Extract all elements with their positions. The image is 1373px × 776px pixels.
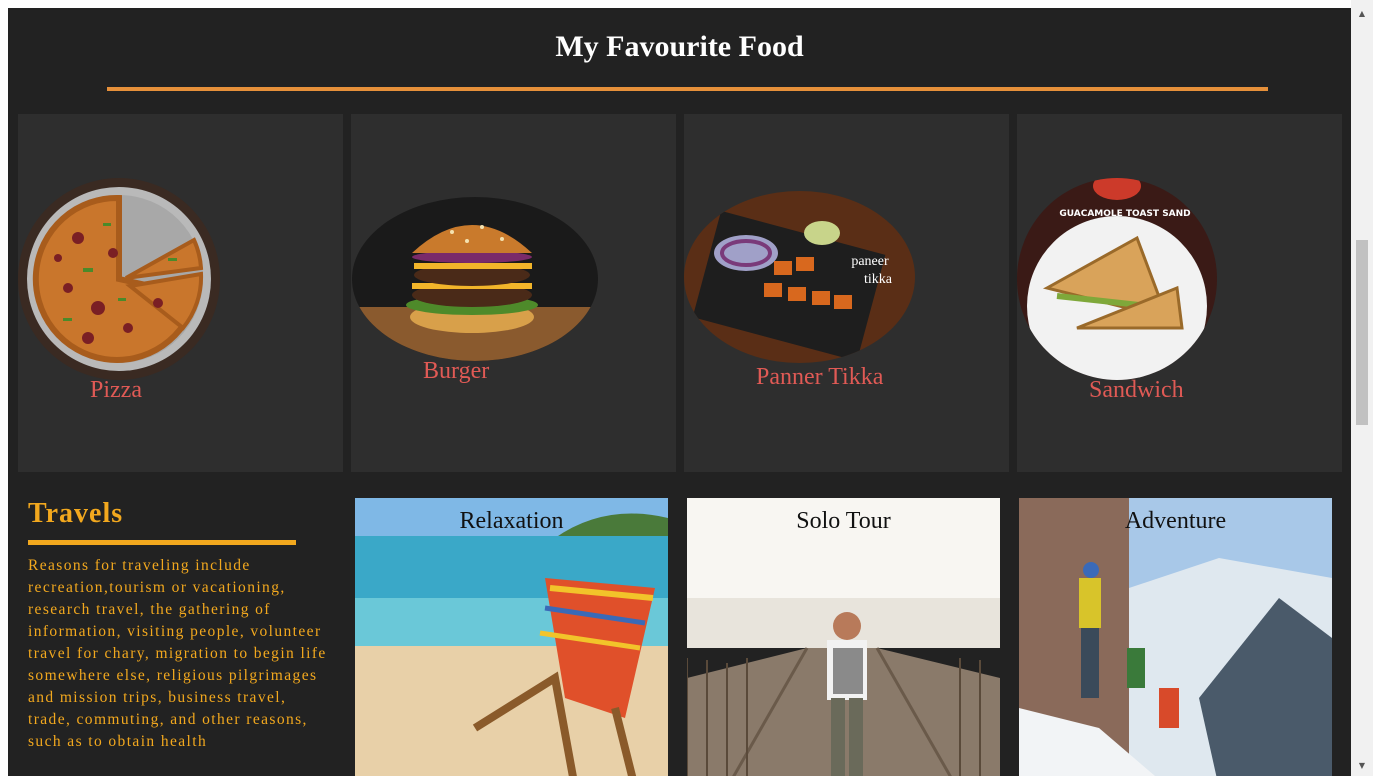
- panner-overlay-text-2: tikka: [864, 272, 893, 287]
- adventure-image: [1019, 498, 1332, 776]
- food-card-sandwich: GUACAMOLE TOAST SAND Sandwich: [1017, 114, 1342, 472]
- travel-section: Travels Reasons for traveling include re…: [8, 498, 1351, 776]
- arrow-up-icon[interactable]: ▲: [1351, 6, 1373, 22]
- food-label-sandwich: Sandwich: [1089, 377, 1184, 403]
- relaxation-image: [355, 498, 668, 776]
- scrollbar-thumb[interactable]: [1356, 240, 1368, 425]
- food-label-pizza: Pizza: [90, 377, 142, 403]
- pizza-image: [18, 178, 220, 380]
- food-grid: Pizza Burger paneer tikka Panner Tikka G…: [18, 114, 1342, 472]
- panner-overlay-text-1: paneer: [851, 254, 889, 269]
- panner-tikka-image: paneer tikka: [684, 191, 915, 363]
- sandwich-overlay-text: GUACAMOLE TOAST SAND: [1059, 209, 1190, 219]
- travel-label-adventure: Adventure: [1124, 508, 1227, 534]
- title-underline: [107, 87, 1268, 91]
- travel-card-solo-tour[interactable]: Solo Tour: [687, 498, 1000, 776]
- food-header: My Favourite Food: [8, 8, 1351, 114]
- travel-label-solo-tour: Solo Tour: [796, 508, 891, 534]
- travels-underline: [28, 540, 296, 545]
- page: My Favourite Food Pizza Burger paneer ti…: [8, 8, 1351, 776]
- travels-intro: Travels Reasons for traveling include re…: [28, 498, 328, 753]
- page-title: My Favourite Food: [555, 30, 804, 63]
- sandwich-image: GUACAMOLE TOAST SAND: [1017, 178, 1217, 380]
- travel-card-adventure[interactable]: Adventure: [1019, 498, 1332, 776]
- vertical-scrollbar[interactable]: ▲ ▼: [1351, 0, 1373, 776]
- food-card-panner-tikka: paneer tikka Panner Tikka: [684, 114, 1009, 472]
- travel-card-relaxation[interactable]: Relaxation: [355, 498, 668, 776]
- burger-image: [352, 197, 598, 361]
- window-edge: [0, 0, 8, 776]
- food-label-burger: Burger: [423, 358, 490, 384]
- food-card-burger: Burger: [351, 114, 676, 472]
- travel-label-relaxation: Relaxation: [459, 508, 564, 534]
- arrow-down-icon[interactable]: ▼: [1351, 758, 1373, 774]
- travels-title: Travels: [28, 498, 124, 529]
- food-label-panner-tikka: Panner Tikka: [756, 364, 884, 390]
- food-card-pizza: Pizza: [18, 114, 343, 472]
- solo-tour-image: [687, 498, 1000, 776]
- travels-description: Reasons for traveling include recreation…: [28, 557, 327, 750]
